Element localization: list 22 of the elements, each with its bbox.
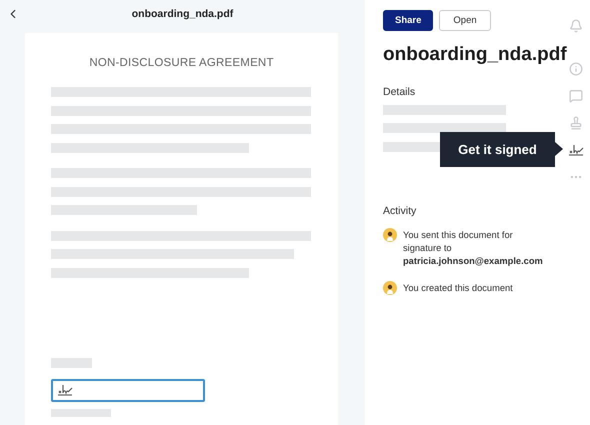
text-placeholder	[51, 408, 111, 416]
share-button[interactable]: Share	[383, 10, 434, 31]
file-title: onboarding_nda.pdf	[383, 44, 568, 66]
activity-text: You sent this document for signature to patricia.johnson@example.com	[403, 229, 544, 268]
text-placeholder	[51, 358, 92, 368]
avatar-icon	[383, 228, 397, 242]
signature-field[interactable]	[51, 378, 205, 402]
open-button[interactable]: Open	[439, 10, 491, 31]
avatar-icon	[383, 281, 397, 295]
signature-icon	[568, 142, 584, 156]
comment-icon	[569, 88, 583, 102]
section-heading: Activity	[383, 205, 418, 217]
stamp-icon	[569, 116, 583, 130]
activity-text: You created this document	[403, 282, 513, 295]
tooltip-arrow	[555, 142, 563, 156]
tooltip: Get it signed	[440, 132, 555, 167]
section-heading: Details	[383, 86, 416, 98]
document-title: onboarding_nda.pdf	[132, 8, 234, 20]
signature-icon	[57, 383, 73, 397]
document-heading: NON-DISCLOSURE AGREEMENT	[88, 57, 275, 69]
bell-icon	[569, 18, 583, 32]
info-icon	[569, 62, 583, 76]
